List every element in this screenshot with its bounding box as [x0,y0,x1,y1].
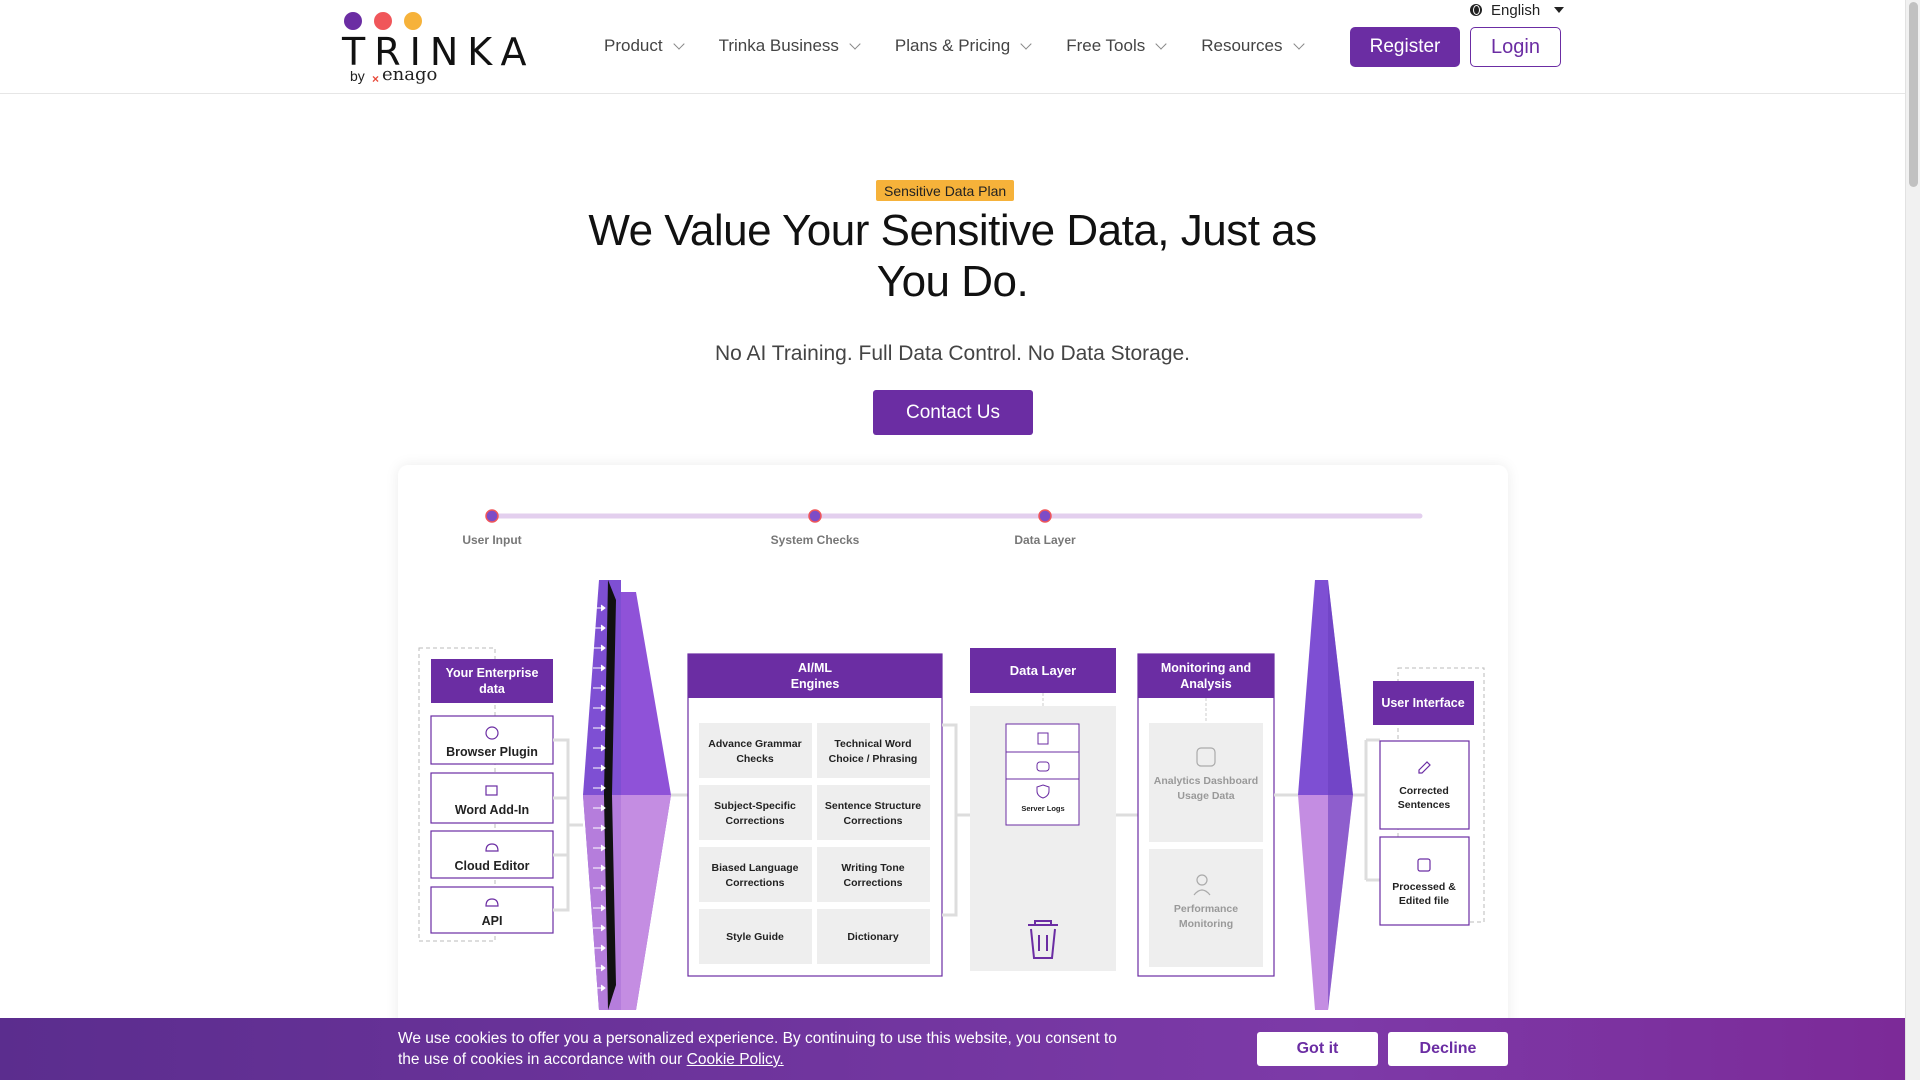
enterprise-title-line1: Your Enterprise [446,666,539,680]
page-scrollbar[interactable] [1905,0,1920,1080]
engine-item-label: Checks [736,753,774,765]
engine-item-label: Advance Grammar [708,738,801,750]
engine-item-label: Corrections [844,815,903,827]
connector [942,723,970,917]
enterprise-item-label: Cloud Editor [455,859,530,873]
nav-resources[interactable]: Resources [1201,36,1305,56]
engine-item-label: Corrections [844,877,903,889]
enago-mark-icon: × [372,72,380,86]
chevron-down-icon [1020,38,1032,50]
connector [1353,738,1380,882]
logo-dot [374,12,392,30]
server-logs-label: Server Logs [1021,804,1064,813]
timeline-dot [485,509,499,523]
cookie-policy-link[interactable]: Cookie Policy. [687,1051,784,1068]
engine-item [817,847,930,902]
chevron-down-icon [1155,38,1167,50]
enterprise-item-label: Browser Plugin [446,745,538,759]
data-layer-title: Data Layer [1010,663,1076,678]
engine-item [699,723,812,778]
monitoring-title-line1: Monitoring and [1161,661,1251,675]
timeline-dot [1038,509,1052,523]
timeline-label: User Input [462,533,521,547]
timeline-dot [808,509,822,523]
caret-down-icon [1554,7,1565,13]
logo-dot [404,12,422,30]
engine-item-label: Dictionary [847,931,899,943]
enterprise-title-line2: data [479,682,506,696]
engine-item-label: Writing Tone [841,862,904,874]
chevron-down-icon [849,38,861,50]
page-title: We Value Your Sensitive Data, Just as Yo… [588,206,1317,306]
engine-item-label: Subject-Specific [714,800,796,812]
engine-item [817,785,930,840]
engine-item [817,723,930,778]
engine-item-label: Sentence Structure [825,800,921,812]
ui-item-label: Processed & [1392,881,1456,893]
chevron-down-icon [672,38,685,50]
cookie-text: We use cookies to offer you a personaliz… [398,1028,1138,1070]
nav-label: Trinka Business [718,36,839,55]
scrollbar-thumb[interactable] [1909,2,1918,187]
decline-button[interactable]: Decline [1388,1032,1508,1066]
nav-product[interactable]: Product [604,36,685,56]
main-nav: Product Trinka Business Plans & Pricing … [604,36,1339,56]
engine-item-label: Choice / Phrasing [829,753,918,765]
language-selector[interactable]: English [1470,0,1565,20]
login-button[interactable]: Login [1470,27,1561,67]
contact-us-button[interactable]: Contact Us [873,390,1033,435]
cookie-banner: We use cookies to offer you a personaliz… [0,1018,1905,1080]
nav-label: Free Tools [1066,36,1146,55]
engine-item-label: Corrections [726,877,785,889]
connector [553,738,583,912]
ui-item-label: Edited file [1399,895,1449,907]
monitoring-item-label: Monitoring [1179,918,1233,930]
nav-label: Resources [1201,36,1283,55]
engines-title-line1: AI/ML [798,661,832,675]
logo-enago: enago [382,64,438,85]
monitoring-item-label: Performance [1174,903,1238,915]
diagram-svg: User Input System Checks Data Layer Your… [418,509,1485,1010]
logo-dot [344,12,362,30]
nav-trinka-business[interactable]: Trinka Business [718,36,861,56]
got-it-button[interactable]: Got it [1257,1032,1378,1066]
monitoring-title-line2: Analysis [1180,677,1231,691]
globe-icon [1470,4,1482,16]
logo-by: by [350,68,365,84]
engine-item-label: Biased Language [712,862,799,874]
nav-free-tools[interactable]: Free Tools [1066,36,1167,56]
engine-item-label: Style Guide [726,931,784,943]
nav-label: Product [604,36,663,55]
engines-title-line2: Engines [791,677,840,691]
chevron-down-icon [1292,38,1305,50]
nav-plans-pricing[interactable]: Plans & Pricing [894,36,1032,56]
engine-item-label: Corrections [726,815,785,827]
funnel-shade [1328,580,1353,1010]
plan-badge: Sensitive Data Plan [876,180,1015,201]
engine-item [699,847,812,902]
nav-label: Plans & Pricing [894,36,1011,55]
ui-item-label: Sentences [1398,799,1451,811]
enterprise-item-label: API [482,914,503,928]
logo-wordmark: TRINKA [342,30,536,74]
monitoring-item-label: Usage Data [1177,790,1234,802]
timeline-label: Data Layer [1014,533,1076,547]
architecture-diagram: User Input System Checks Data Layer Your… [398,465,1508,1065]
engine-item [699,785,812,840]
ui-title: User Interface [1381,696,1464,710]
language-label: English [1491,1,1541,19]
timeline-label: System Checks [771,533,860,547]
site-header: TRINKA by × enago Product Trinka Busines… [0,0,1905,94]
engine-item-label: Technical Word [834,738,911,750]
ui-item-label: Corrected [1399,785,1449,797]
funnel-shape [621,795,671,1010]
hero-subtitle: No AI Training. Full Data Control. No Da… [714,342,1191,365]
monitoring-item-label: Analytics Dashboard [1154,775,1258,787]
enterprise-item-label: Word Add-In [455,803,529,817]
register-button[interactable]: Register [1350,27,1460,67]
trinka-logo[interactable]: TRINKA by × enago [342,12,529,86]
